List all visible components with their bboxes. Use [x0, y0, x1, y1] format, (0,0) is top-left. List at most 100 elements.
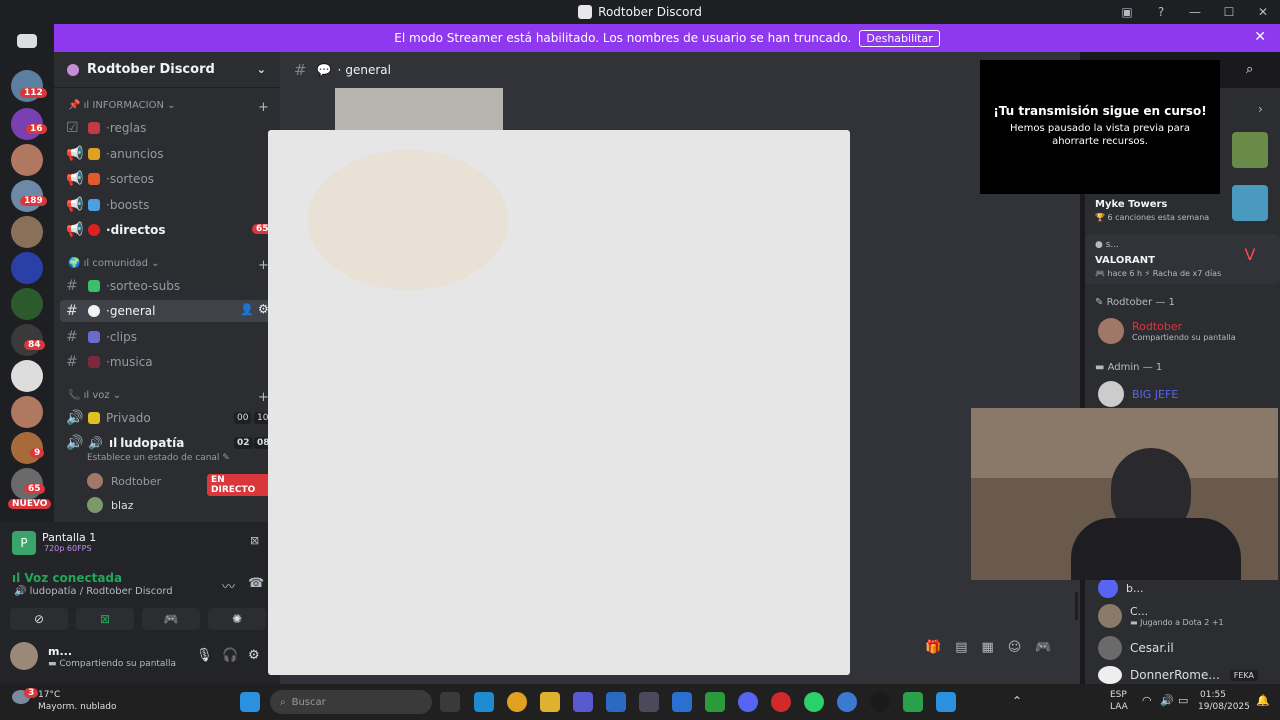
channel-directos[interactable]: 📢 · directos 65 — [60, 219, 274, 241]
channel-musica[interactable]: # · musica — [60, 351, 274, 373]
activities-button[interactable]: 🎮 — [142, 608, 200, 630]
apps-icon[interactable]: 🎮 — [1035, 640, 1065, 655]
chevron-up-icon[interactable]: ⌃ — [1012, 694, 1022, 708]
windows-taskbar: 3 17°C Mayorm. nublado ⌕ Buscar ⌃ ESP LAA… — [0, 684, 1280, 720]
store-icon[interactable] — [606, 692, 626, 712]
category-comunidad[interactable]: 🌍 ıl comunidad ⌄ + — [68, 258, 269, 273]
role-name: Rodtober — 1 — [1106, 297, 1175, 308]
voice-channel-label[interactable]: 🔊 ludopatía / Rodtober Discord — [14, 586, 173, 597]
user-settings-gear-icon[interactable]: ⚙ — [248, 648, 260, 663]
voice-connected-label[interactable]: ıl Voz conectada — [12, 571, 122, 585]
server-icon[interactable] — [11, 252, 43, 284]
sticker-icon[interactable]: ▦ — [981, 640, 1007, 655]
gif-icon[interactable]: ▤ — [955, 640, 981, 655]
server-icon[interactable] — [11, 396, 43, 428]
azure-icon[interactable] — [672, 692, 692, 712]
taskbar-search[interactable]: ⌕ Buscar — [270, 690, 432, 714]
task-view-icon[interactable] — [440, 692, 460, 712]
wifi-icon[interactable]: ◠ — [1142, 694, 1152, 707]
voice-user-rodtober[interactable]: Rodtober EN DIRECTO — [87, 472, 272, 496]
stop-share-icon[interactable]: ⊠ — [250, 534, 259, 547]
help-icon[interactable]: ? — [1144, 5, 1178, 19]
chevron-right-icon[interactable]: › — [1258, 102, 1263, 116]
language-primary[interactable]: ESP — [1110, 690, 1127, 700]
role-header: ▬ Admin — 1 — [1095, 362, 1163, 373]
album-art[interactable] — [1232, 185, 1268, 221]
app-icon[interactable] — [771, 692, 791, 712]
server-icon[interactable] — [11, 216, 43, 248]
emoji-icon[interactable]: ☺ — [1008, 640, 1036, 655]
chat-scrollbar[interactable] — [1075, 592, 1078, 620]
app-icon[interactable] — [837, 692, 857, 712]
member-b[interactable]: b... — [1098, 578, 1143, 598]
chrome-icon[interactable] — [507, 692, 527, 712]
category-label: comunidad — [92, 258, 149, 269]
user-avatar[interactable] — [10, 642, 38, 670]
member-c[interactable]: C... ▬ Jugando a Dota 2 +1 — [1098, 604, 1224, 628]
camera-off-button[interactable]: ⊘ — [10, 608, 68, 630]
battery-icon[interactable]: ▭ — [1178, 694, 1188, 707]
server-icon[interactable] — [11, 360, 43, 392]
category-info[interactable]: 📌 ıl INFORMACION ⌄ + — [68, 100, 269, 115]
avatar — [1098, 604, 1122, 628]
windows-start-icon[interactable] — [240, 692, 260, 712]
channel-emoji — [88, 199, 100, 211]
microphone-icon[interactable]: 🎙 — [196, 648, 213, 663]
add-channel-icon[interactable]: + — [258, 100, 269, 115]
xbox-icon[interactable] — [705, 692, 725, 712]
chat-image-preview[interactable] — [335, 88, 503, 132]
channel-reglas[interactable]: ☑ · reglas — [60, 117, 274, 139]
member-rodtober[interactable]: Rodtober Compartiendo su pantalla — [1098, 318, 1236, 344]
album-art[interactable] — [1232, 132, 1268, 168]
headphones-icon[interactable]: 🎧 — [222, 648, 238, 663]
maximize-button[interactable]: ☐ — [1212, 5, 1246, 19]
channel-sorteos[interactable]: 📢 · sorteos — [60, 168, 274, 190]
search-icon[interactable]: ⌕ — [1246, 62, 1253, 77]
app-icon[interactable] — [804, 692, 824, 712]
channel-clips[interactable]: # · clips — [60, 326, 274, 348]
invite-icon[interactable]: 👤 — [240, 303, 254, 316]
disconnect-icon[interactable]: ☎ — [248, 576, 264, 591]
server-icon[interactable] — [11, 144, 43, 176]
close-window-button[interactable]: ✕ — [1246, 5, 1280, 19]
file-explorer-icon[interactable] — [540, 692, 560, 712]
noise-suppression-icon[interactable]: 〰 — [222, 576, 235, 595]
discord-taskbar-icon[interactable] — [738, 692, 758, 712]
notification-icon[interactable]: 🔔 — [1256, 694, 1270, 707]
edge-icon[interactable] — [474, 692, 494, 712]
server-icon[interactable] — [11, 288, 43, 320]
close-banner-icon[interactable]: ✕ — [1254, 29, 1266, 45]
notepad-icon[interactable] — [936, 692, 956, 712]
app-icon[interactable] — [903, 692, 923, 712]
member-donner[interactable]: DonnerRome... FEKA — [1098, 666, 1258, 684]
soundboard-button[interactable]: ✺ — [208, 608, 266, 630]
webcam-shirt — [1071, 518, 1241, 580]
app-icon[interactable] — [639, 692, 659, 712]
clock-time[interactable]: 01:55 — [1200, 690, 1226, 700]
server-badge: 9 — [30, 448, 45, 458]
share-screen-button[interactable]: ⊠ — [76, 608, 134, 630]
gift-icon[interactable]: 🎁 — [925, 640, 955, 655]
channel-emoji — [88, 280, 100, 292]
channel-privado[interactable]: 🔊 Privado 00 10 — [60, 407, 274, 429]
member-big-jefe[interactable]: BIG JEFE — [1098, 381, 1178, 407]
inbox-icon[interactable]: ▣ — [1110, 5, 1144, 19]
voice-user-blaz[interactable]: blaz — [87, 496, 272, 514]
channel-general[interactable]: # · general 👤 ⚙ — [60, 300, 274, 322]
server-header[interactable]: Rodtober Discord ⌄ — [54, 52, 280, 88]
channel-sorteo-subs[interactable]: # · sorteo-subs — [60, 275, 274, 297]
category-voz[interactable]: 📞 ıl voz ⌄ + — [68, 390, 269, 405]
teams-icon[interactable] — [573, 692, 593, 712]
disable-streamer-button[interactable]: Deshabilitar — [859, 29, 940, 47]
member-name: Rodtober — [1132, 320, 1183, 333]
volume-icon[interactable]: 🔊 — [1160, 694, 1174, 707]
member-cesar[interactable]: Cesar.il — [1098, 636, 1174, 660]
channel-status-hint[interactable]: Establece un estado de canal ✎ — [87, 453, 230, 463]
app-icon[interactable] — [870, 692, 890, 712]
channel-boosts[interactable]: 📢 · boosts — [60, 194, 274, 216]
channel-anuncios[interactable]: 📢 · anuncios — [60, 143, 274, 165]
megaphone-icon: 📢 — [66, 197, 84, 213]
minimize-button[interactable]: — — [1178, 5, 1212, 19]
channel-ludopatia[interactable]: 🔊 🔊 ıl ludopatía 02 08 — [60, 432, 274, 454]
discord-home-icon[interactable] — [17, 34, 37, 48]
